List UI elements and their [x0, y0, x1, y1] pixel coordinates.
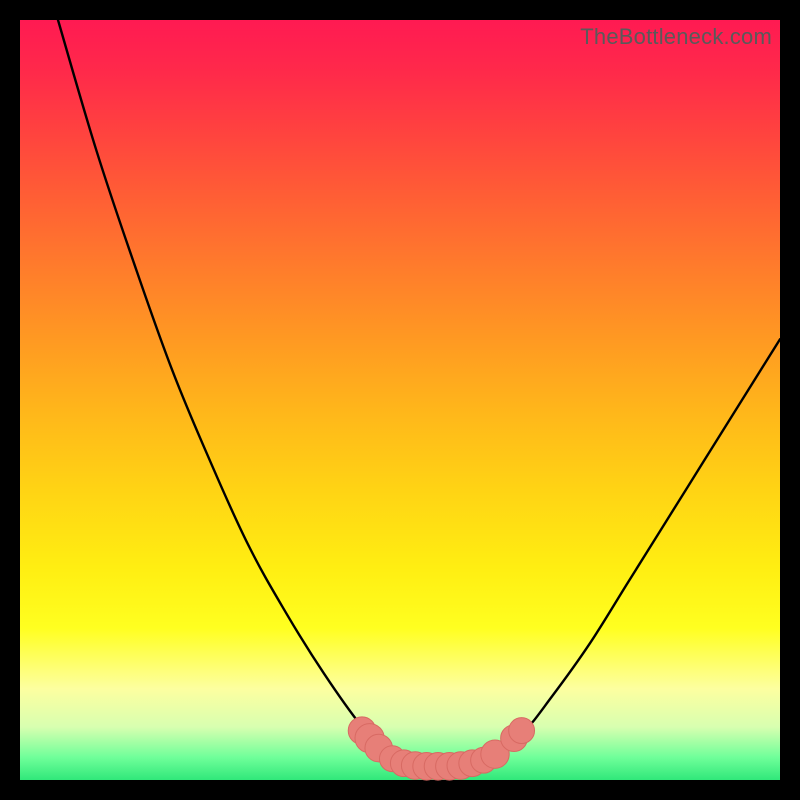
curve-group: [58, 20, 780, 766]
valley-marker: [509, 718, 535, 744]
marker-group: [348, 717, 534, 780]
chart-frame: TheBottleneck.com: [20, 20, 780, 780]
bottleneck-curve: [58, 20, 780, 766]
chart-svg: [20, 20, 780, 780]
